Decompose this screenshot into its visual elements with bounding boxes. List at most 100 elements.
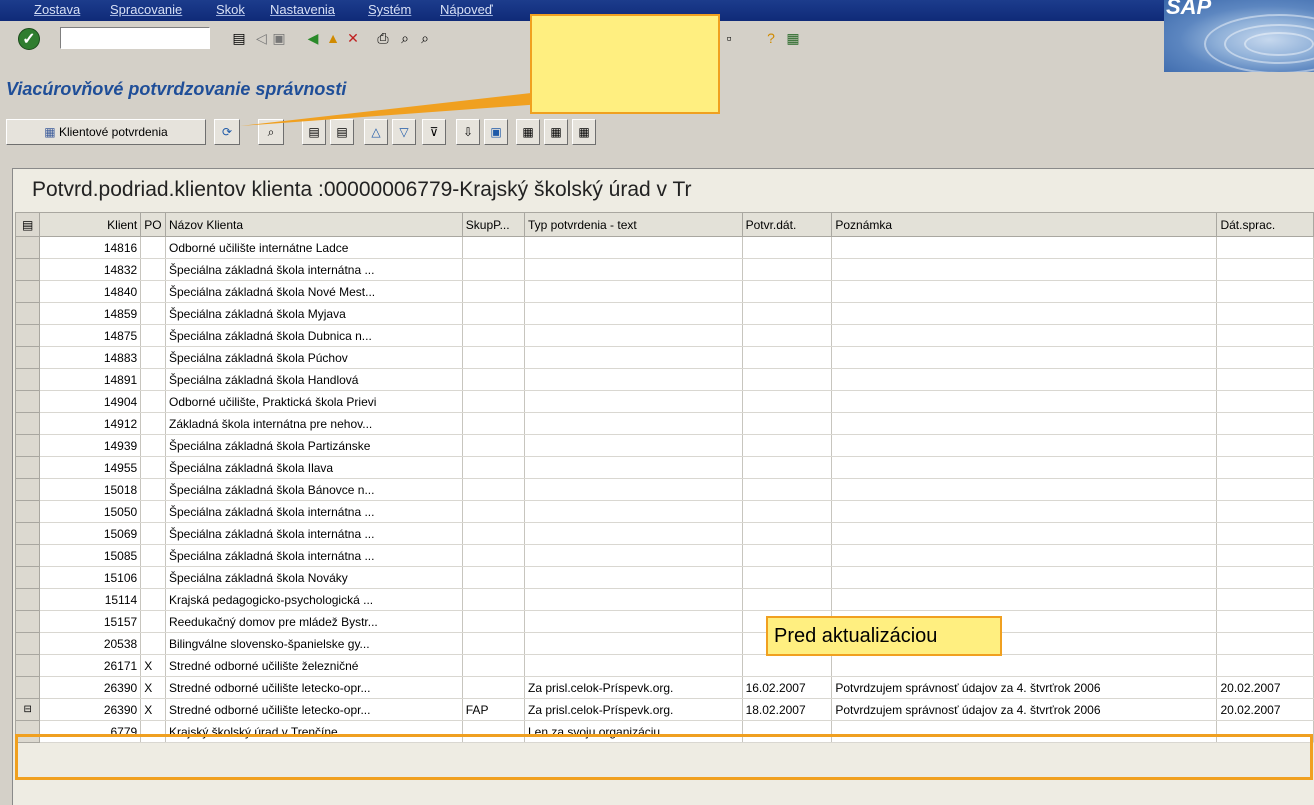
cell-nazov[interactable]: Špeciálna základná škola Ilava	[165, 456, 463, 479]
cell-potvr-dat[interactable]	[741, 566, 833, 589]
cell-dat-sprac[interactable]: 20.02.2007	[1216, 676, 1314, 699]
cell-dat-sprac[interactable]	[1216, 368, 1314, 391]
cell-nazov[interactable]: Špeciálna základná škola Púchov	[165, 346, 463, 369]
cell-poznamka[interactable]	[831, 302, 1218, 325]
table-row[interactable]: 14904 Odborné učilište, Praktická škola P…	[14, 390, 1314, 413]
cell-skupp[interactable]	[461, 566, 526, 589]
cell-poznamka[interactable]	[831, 368, 1218, 391]
cell-dat-sprac[interactable]	[1216, 236, 1314, 259]
row-selector[interactable]	[14, 632, 41, 655]
row-selector[interactable]	[14, 412, 41, 435]
cell-nazov[interactable]: Špeciálna základná škola Partizánske	[165, 434, 463, 457]
table-row[interactable]: 20538 Bilingválne slovensko-španielske gy…	[14, 632, 1314, 655]
cell-nazov[interactable]: Špeciálna základná škola internátna ...	[165, 522, 463, 545]
cell-po[interactable]	[140, 390, 166, 413]
cell-typ[interactable]	[524, 500, 743, 523]
cell-poznamka[interactable]	[831, 522, 1218, 545]
cell-klient[interactable]: 26171	[39, 654, 142, 677]
row-selector[interactable]	[14, 236, 41, 259]
select-all-icon[interactable]: ▤	[14, 212, 41, 237]
cell-nazov[interactable]: Špeciálna základná škola Handlová	[165, 368, 463, 391]
cell-potvr-dat[interactable]: 18.02.2007	[741, 698, 833, 721]
col-poznamka[interactable]: Poznámka	[831, 212, 1218, 237]
cell-dat-sprac[interactable]	[1216, 522, 1314, 545]
cell-potvr-dat[interactable]	[741, 500, 833, 523]
table-row[interactable]: 14875 Špeciálna základná škola Dubnica n.…	[14, 324, 1314, 347]
cell-dat-sprac[interactable]	[1216, 258, 1314, 281]
cell-skupp[interactable]	[461, 654, 526, 677]
cell-potvr-dat[interactable]	[741, 390, 833, 413]
cell-po[interactable]: X	[140, 676, 166, 699]
cell-po[interactable]	[140, 412, 166, 435]
cell-typ[interactable]	[524, 522, 743, 545]
cell-po[interactable]	[140, 368, 166, 391]
cell-potvr-dat[interactable]	[741, 588, 833, 611]
cell-typ[interactable]	[524, 368, 743, 391]
cell-skupp[interactable]	[461, 434, 526, 457]
cell-po[interactable]: X	[140, 698, 166, 721]
cell-klient[interactable]: 15018	[39, 478, 142, 501]
table-row[interactable]: 14891 Špeciálna základná škola Handlová	[14, 368, 1314, 391]
cell-klient[interactable]: 14912	[39, 412, 142, 435]
cell-klient[interactable]: 14904	[39, 390, 142, 413]
cell-po[interactable]	[140, 434, 166, 457]
cell-skupp[interactable]	[461, 676, 526, 699]
table-row[interactable]: 14840 Špeciálna základná škola Nové Mest.…	[14, 280, 1314, 303]
cell-potvr-dat[interactable]	[741, 654, 833, 677]
cell-po[interactable]	[140, 632, 166, 655]
cell-dat-sprac[interactable]	[1216, 632, 1314, 655]
cell-dat-sprac[interactable]: 20.02.2007	[1216, 698, 1314, 721]
cell-typ[interactable]	[524, 566, 743, 589]
cell-typ[interactable]	[524, 412, 743, 435]
cell-dat-sprac[interactable]	[1216, 478, 1314, 501]
cell-poznamka[interactable]	[831, 566, 1218, 589]
cell-potvr-dat[interactable]	[741, 412, 833, 435]
cell-nazov[interactable]: Odborné učilište, Praktická škola Prievi	[165, 390, 463, 413]
cell-skupp[interactable]	[461, 632, 526, 655]
table-row[interactable]: 15114 Krajská pedagogicko-psychologická .…	[14, 588, 1314, 611]
cell-dat-sprac[interactable]	[1216, 280, 1314, 303]
cell-typ[interactable]	[524, 280, 743, 303]
col-potvr-dat[interactable]: Potvr.dát.	[741, 212, 833, 237]
cell-potvr-dat[interactable]	[741, 368, 833, 391]
cell-nazov[interactable]: Bilingválne slovensko-španielske gy...	[165, 632, 463, 655]
cell-nazov[interactable]: Odborné učilište internátne Ladce	[165, 236, 463, 259]
cell-potvr-dat[interactable]: 16.02.2007	[741, 676, 833, 699]
row-selector[interactable]	[14, 478, 41, 501]
cell-klient[interactable]: 14883	[39, 346, 142, 369]
table-row[interactable]: 26390 X Stredné odborné učilište letecko-o…	[14, 676, 1314, 699]
cell-skupp[interactable]	[461, 302, 526, 325]
table-row[interactable]: 14912 Základná škola internátna pre nehov…	[14, 412, 1314, 435]
cell-po[interactable]	[140, 500, 166, 523]
row-selector[interactable]	[14, 258, 41, 281]
cell-klient[interactable]: 15157	[39, 610, 142, 633]
cell-skupp[interactable]: FAP	[461, 698, 526, 721]
cell-typ[interactable]	[524, 258, 743, 281]
cell-klient[interactable]: 14840	[39, 280, 142, 303]
row-selector[interactable]	[14, 676, 41, 699]
cell-po[interactable]	[140, 324, 166, 347]
cell-nazov[interactable]: Stredné odborné učilište letecko-opr...	[165, 676, 463, 699]
cell-dat-sprac[interactable]	[1216, 544, 1314, 567]
table-row[interactable]: 14832 Špeciálna základná škola internátna…	[14, 258, 1314, 281]
cell-skupp[interactable]	[461, 280, 526, 303]
col-typ[interactable]: Typ potvrdenia - text	[524, 212, 743, 237]
table-row[interactable]: 14859 Špeciálna základná škola Myjava	[14, 302, 1314, 325]
cell-po[interactable]	[140, 610, 166, 633]
cell-skupp[interactable]	[461, 412, 526, 435]
cell-po[interactable]	[140, 302, 166, 325]
cell-nazov[interactable]: Reedukačný domov pre mládež Bystr...	[165, 610, 463, 633]
cell-poznamka[interactable]	[831, 258, 1218, 281]
cell-klient[interactable]: 14955	[39, 456, 142, 479]
cell-nazov[interactable]: Špeciálna základná škola Dubnica n...	[165, 324, 463, 347]
cell-klient[interactable]: 15050	[39, 500, 142, 523]
cell-poznamka[interactable]	[831, 346, 1218, 369]
col-skupp[interactable]: SkupP...	[461, 212, 526, 237]
cell-poznamka[interactable]	[831, 236, 1218, 259]
cell-skupp[interactable]	[461, 478, 526, 501]
cell-potvr-dat[interactable]	[741, 346, 833, 369]
cell-typ[interactable]	[524, 610, 743, 633]
cell-po[interactable]	[140, 346, 166, 369]
cell-klient[interactable]: 15106	[39, 566, 142, 589]
row-selector[interactable]	[14, 610, 41, 633]
